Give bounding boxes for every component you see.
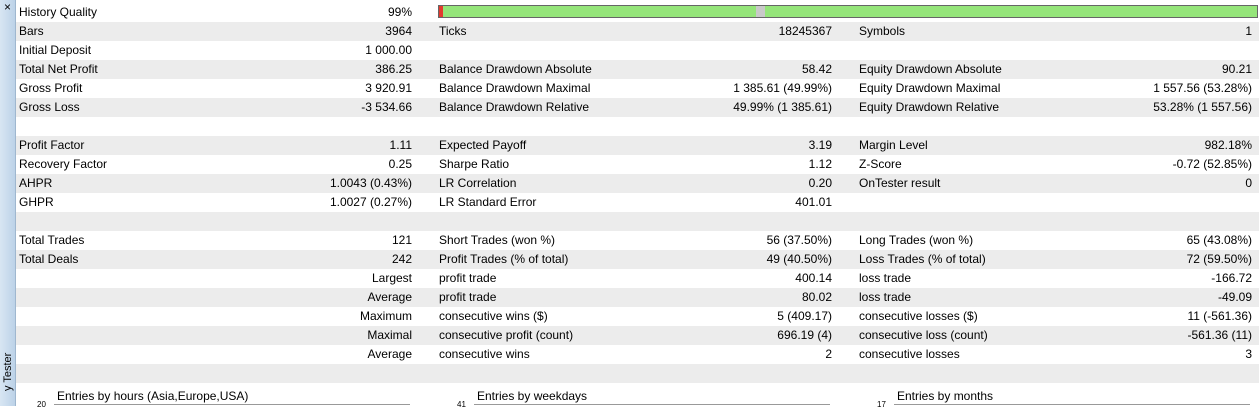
stats-label-c1: GHPR [19, 195, 54, 209]
stats-label-c1: Recovery Factor [19, 157, 108, 171]
stats-label-c1: Bars [19, 24, 44, 38]
stats-value-v2: 56 (37.50%) [766, 233, 832, 247]
stats-value-v1: Maximal [367, 328, 412, 342]
stats-row: Total Net Profit 386.25 Balance Drawdown A… [16, 60, 1259, 79]
stats-label-c1: Total Trades [19, 233, 85, 247]
stats-value-v1: -3 534.66 [361, 100, 412, 114]
history-quality-row: History Quality 99% [16, 3, 1259, 22]
stats-value-v3: 90.21 [1221, 62, 1252, 76]
stats-value-v1: 1.0027 (0.27%) [329, 195, 412, 209]
stats-value-v1: Maximum [359, 309, 412, 323]
chart-weekdays-tick: 41 [457, 400, 466, 409]
stats-label-c1: Gross Loss [19, 100, 80, 114]
stats-row [16, 364, 1259, 383]
chart-months-axis [894, 404, 1250, 405]
stats-value-v2: 0.20 [808, 176, 832, 190]
stats-value-v2: 2 [825, 347, 832, 361]
entries-charts: 20 Entries by hours (Asia,Europe,USA) 41… [16, 386, 1259, 409]
chart-months-tick: 17 [877, 400, 886, 409]
tester-sidebar: × y Tester [0, 0, 16, 406]
stats-value-v3: 65 (43.08%) [1186, 233, 1252, 247]
stats-value-v2: 696.19 (4) [777, 328, 832, 342]
history-quality-value: 99% [387, 5, 412, 19]
stats-label-c1: Gross Profit [19, 81, 83, 95]
chart-weekdays-title: Entries by weekdays [477, 389, 588, 403]
stats-value-v1: 121 [391, 233, 412, 247]
history-quality-error-segment [439, 6, 443, 17]
stats-value-v2: 1.12 [808, 157, 832, 171]
stats-row: GHPR 1.0027 (0.27%) LR Standard Error 401.0… [16, 193, 1259, 212]
stats-row: Profit Factor 1.11 Expected Payoff 3.19 Marg… [16, 136, 1259, 155]
history-quality-missing-segment [756, 6, 765, 17]
stats-value-v2: 58.42 [801, 62, 832, 76]
stats-value-v3: -561.36 (11) [1187, 328, 1252, 342]
stats-value-v2: 401.01 [795, 195, 832, 209]
stats-value-v3: -0.72 (52.85%) [1172, 157, 1252, 171]
sidebar-title: y Tester [2, 352, 14, 391]
stats-value-v1: 1 000.00 [365, 43, 412, 57]
stats-value-v3: 53.28% (1 557.56) [1153, 100, 1252, 114]
stats-value-v1: 1.11 [389, 138, 412, 152]
history-quality-label: History Quality [19, 5, 98, 19]
chart-hours-axis [54, 404, 410, 405]
stats-value-v1: 386.25 [375, 62, 412, 76]
stats-value-v2: 5 (409.17) [777, 309, 832, 323]
stats-value-v3: 72 (59.50%) [1186, 252, 1252, 266]
stats-value-v1: Average [367, 347, 412, 361]
stats-label-c1: AHPR [19, 176, 53, 190]
stats-value-v2: 49.99% (1 385.61) [733, 100, 832, 114]
stats-value-v3: 1 557.56 (53.28%) [1153, 81, 1252, 95]
stats-row: Average profit trade 80.02 loss trade -49.09 [16, 288, 1259, 307]
stats-value-v1: Average [367, 290, 412, 304]
stats-value-v2: 1 385.61 (49.99%) [733, 81, 832, 95]
stats-value-v1: 242 [391, 252, 412, 266]
stats-row: Initial Deposit 1 000.00 [16, 41, 1259, 60]
stats-label-c1: Total Net Profit [19, 62, 98, 76]
stats-value-v3: 1 [1245, 24, 1252, 38]
stats-value-v1: 3964 [385, 24, 412, 38]
stats-value-v2: 80.02 [801, 290, 832, 304]
stats-row: Total Deals 242 Profit Trades (% of total)… [16, 250, 1259, 269]
stats-row: Gross Profit 3 920.91 Balance Drawdown Max… [16, 79, 1259, 98]
stats-row: Recovery Factor 0.25 Sharpe Ratio 1.12 Z-Sco… [16, 155, 1259, 174]
stats-value-v1: Largest [371, 271, 412, 285]
stats-row: Largest profit trade 400.14 loss trade -166.… [16, 269, 1259, 288]
stats-value-v1: 0.25 [388, 157, 412, 171]
history-quality-bar [438, 5, 1258, 18]
stats-value-v3: -166.72 [1211, 271, 1252, 285]
stats-row: Maximal consecutive profit (count) 696.19 … [16, 326, 1259, 345]
stats-row: Maximum consecutive wins ($) 5 (409.17) con… [16, 307, 1259, 326]
stats-row [16, 212, 1259, 231]
chart-weekdays-axis [474, 404, 830, 405]
backtest-report: History Quality 99% Bars 3964 Ticks 1824536… [16, 3, 1259, 383]
stats-value-v2: 18245367 [778, 24, 832, 38]
stats-label-c1: Initial Deposit [19, 43, 92, 57]
stats-label-c1: Total Deals [19, 252, 79, 266]
stats-label-c1: Profit Factor [19, 138, 85, 152]
stats-value-v1: 3 920.91 [365, 81, 412, 95]
stats-value-v3: 0 [1245, 176, 1252, 190]
stats-value-v2: 49 (40.50%) [766, 252, 832, 266]
chart-hours-title: Entries by hours (Asia,Europe,USA) [57, 389, 249, 403]
stats-value-v2: 3.19 [808, 138, 832, 152]
stats-value-v2: 400.14 [795, 271, 832, 285]
stats-row: Average consecutive wins 2 consecutive loss… [16, 345, 1259, 364]
chart-months-title: Entries by months [897, 389, 994, 403]
stats-row: Gross Loss -3 534.66 Balance Drawdown Rela… [16, 98, 1259, 117]
stats-value-v3: -49.09 [1217, 290, 1252, 304]
stats-value-v1: 1.0043 (0.43%) [329, 176, 412, 190]
chart-hours-tick: 20 [37, 400, 46, 409]
stats-row: Bars 3964 Ticks 18245367 Symbols 1 [16, 22, 1259, 41]
close-icon[interactable]: × [2, 1, 13, 13]
stats-table: Bars 3964 Ticks 18245367 Symbols 1 Initial Dep… [16, 22, 1259, 383]
stats-value-v3: 3 [1245, 347, 1252, 361]
stats-value-v3: 982.18% [1204, 138, 1252, 152]
stats-row: AHPR 1.0043 (0.43%) LR Correlation 0.20 OnTe… [16, 174, 1259, 193]
stats-row: Total Trades 121 Short Trades (won %) 56 (3… [16, 231, 1259, 250]
stats-row [16, 117, 1259, 136]
stats-value-v3: 11 (-561.36) [1187, 309, 1252, 323]
